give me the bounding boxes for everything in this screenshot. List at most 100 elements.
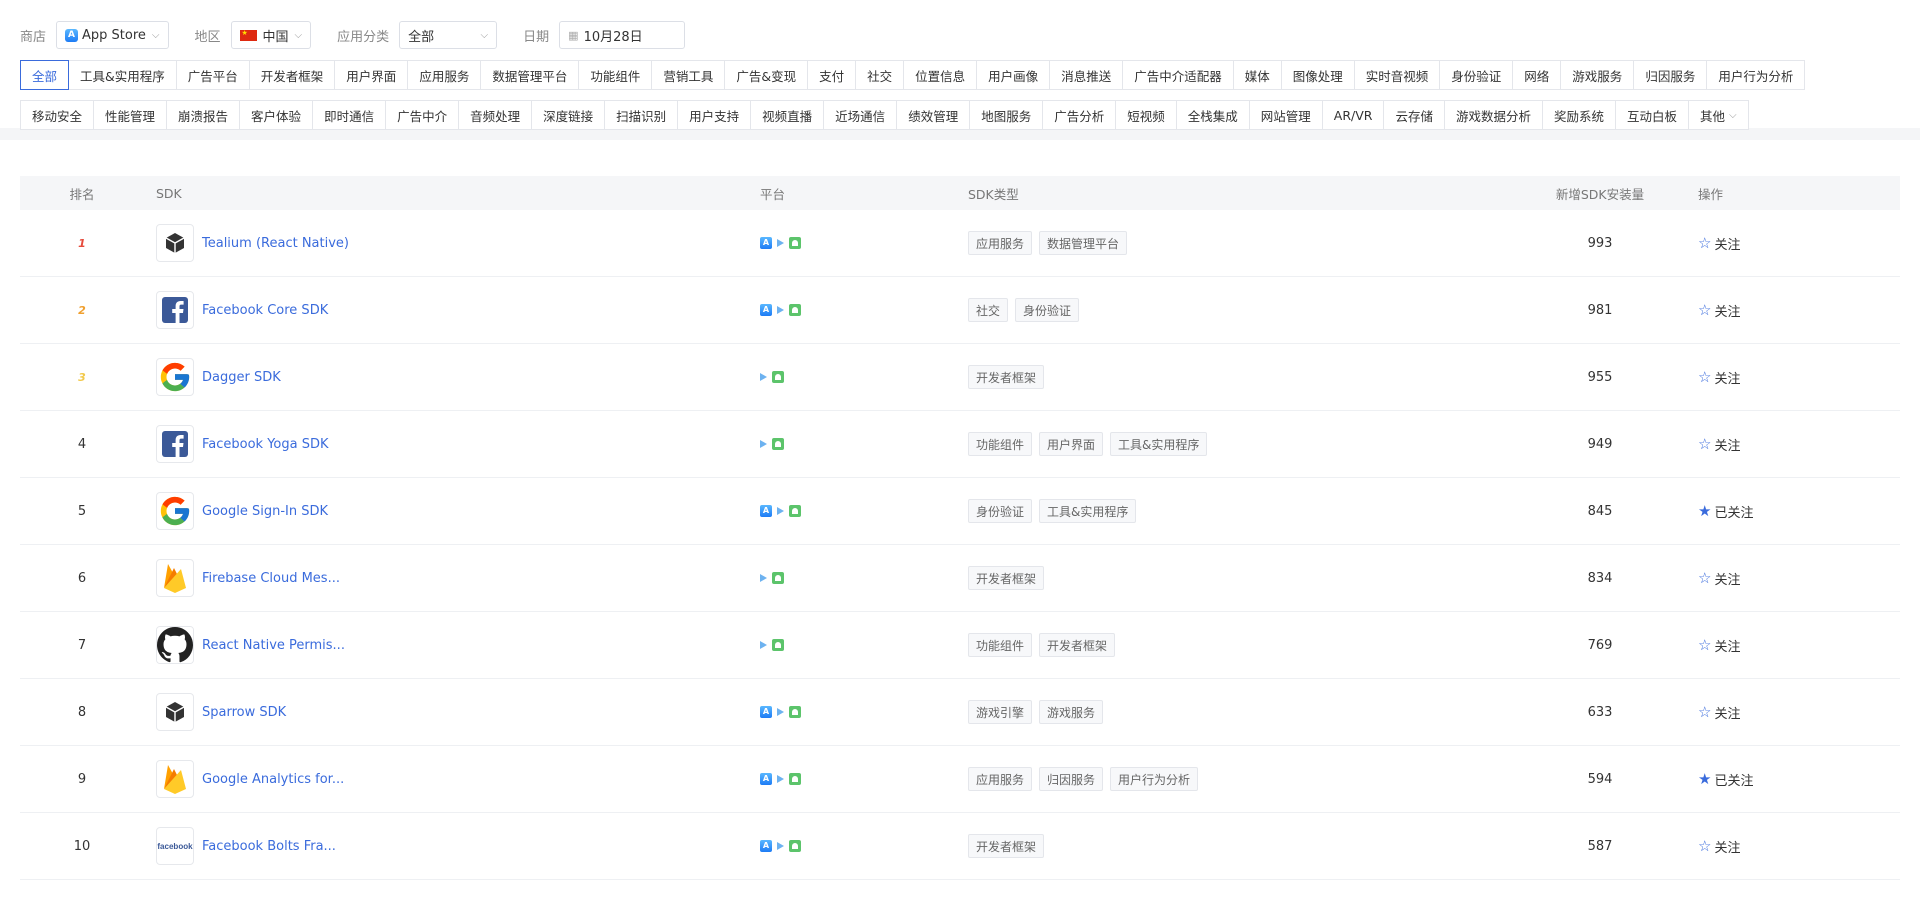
category-chip[interactable]: 媒体: [1232, 60, 1282, 90]
rank-number: 6: [77, 570, 87, 586]
follow-button[interactable]: ☆ 关注: [1698, 368, 1900, 387]
category-chip[interactable]: 近场通信: [823, 100, 898, 130]
category-chip[interactable]: 网站管理: [1248, 100, 1323, 130]
category-chip[interactable]: 客户体验: [239, 100, 314, 130]
follow-button[interactable]: ☆ 关注: [1698, 234, 1900, 253]
category-chip[interactable]: 数据管理平台: [480, 60, 580, 90]
follow-button[interactable]: ☆ 关注: [1698, 435, 1900, 454]
category-chip[interactable]: 移动安全: [20, 100, 95, 130]
category-chip[interactable]: 广告&变现: [724, 60, 809, 90]
sdk-info[interactable]: Google Sign-In SDK: [156, 492, 760, 530]
category-chip[interactable]: 用户界面: [334, 60, 409, 90]
action-cell: ☆ 关注: [1692, 611, 1900, 679]
rank-cell: 6: [20, 544, 144, 612]
platform-cell: [760, 410, 968, 478]
sdk-name-link[interactable]: Google Sign-In SDK: [202, 504, 328, 519]
installs-cell: 587: [1508, 812, 1692, 880]
facebook-icon: [156, 291, 194, 329]
follow-button[interactable]: ☆ 关注: [1698, 301, 1900, 320]
android-icon: [789, 773, 801, 785]
category-chip[interactable]: 全部: [20, 60, 70, 90]
sdk-name-link[interactable]: Google Analytics for...: [202, 772, 344, 787]
category-select[interactable]: 全部 ⌵: [399, 21, 498, 49]
category-chip[interactable]: 游戏服务: [1560, 60, 1635, 90]
category-chip[interactable]: 广告分析: [1042, 100, 1117, 130]
category-chip[interactable]: 实时音视频: [1353, 60, 1441, 90]
category-chip[interactable]: 支付: [807, 60, 857, 90]
category-chip[interactable]: 功能组件: [578, 60, 653, 90]
category-chip[interactable]: 广告平台: [175, 60, 250, 90]
sdk-info[interactable]: Google Analytics for...: [156, 760, 760, 798]
category-chip[interactable]: 地图服务: [969, 100, 1044, 130]
sdk-info[interactable]: Sparrow SDK: [156, 693, 760, 731]
category-chip[interactable]: 音频处理: [458, 100, 533, 130]
category-chip[interactable]: AR/VR: [1321, 100, 1385, 130]
google-play-icon: [760, 641, 767, 649]
follow-button[interactable]: ☆ 关注: [1698, 636, 1900, 655]
category-chip[interactable]: 消息推送: [1049, 60, 1124, 90]
sdk-info[interactable]: facebook Facebook Bolts Fra...: [156, 827, 760, 865]
sdk-name-link[interactable]: Facebook Bolts Fra...: [202, 839, 336, 854]
category-chip[interactable]: 工具&实用程序: [68, 60, 177, 90]
sdk-info[interactable]: Tealium (React Native): [156, 224, 760, 262]
category-chip[interactable]: 绩效管理: [896, 100, 971, 130]
category-chip[interactable]: 开发者框架: [248, 60, 336, 90]
category-chip[interactable]: 即时通信: [312, 100, 387, 130]
category-chip[interactable]: 游戏数据分析: [1443, 100, 1543, 130]
category-chip[interactable]: 全栈集成: [1175, 100, 1250, 130]
category-chip[interactable]: 深度链接: [531, 100, 606, 130]
sdk-name-link[interactable]: Sparrow SDK: [202, 705, 286, 720]
sdk-name-link[interactable]: Tealium (React Native): [202, 236, 349, 251]
sdk-type-cell: 开发者框架: [968, 544, 1508, 612]
category-chip[interactable]: 广告中介适配器: [1122, 60, 1234, 90]
store-select[interactable]: A App Store ⌵: [56, 21, 169, 49]
category-chips-row-2: 移动安全 性能管理 崩溃报告 客户体验 即时通信 广告中介 音频处理 深度链接 扫描识别 用户支持…: [20, 100, 1900, 130]
sdk-type-tags: 游戏引擎 游戏服务: [968, 700, 1508, 724]
sdk-name-link[interactable]: Facebook Yoga SDK: [202, 437, 329, 452]
region-select[interactable]: 中国 ⌵: [230, 21, 312, 49]
followed-button[interactable]: ★ 已关注: [1698, 502, 1900, 521]
category-chip[interactable]: 网络: [1512, 60, 1562, 90]
category-chip[interactable]: 应用服务: [407, 60, 482, 90]
category-chip-label: 广告中介: [397, 108, 448, 124]
category-chip[interactable]: 营销工具: [651, 60, 726, 90]
follow-button[interactable]: ☆ 关注: [1698, 569, 1900, 588]
sdk-info[interactable]: Facebook Core SDK: [156, 291, 760, 329]
category-chip[interactable]: 用户行为分析: [1706, 60, 1806, 90]
category-chip[interactable]: 云存储: [1383, 100, 1445, 130]
sdk-info[interactable]: React Native Permis...: [156, 626, 760, 664]
category-chip[interactable]: 广告中介: [385, 100, 460, 130]
category-chip[interactable]: 其他 ⌵: [1688, 100, 1749, 130]
rank-medal: 2: [78, 303, 86, 317]
sdk-name-link[interactable]: Firebase Cloud Mes...: [202, 571, 340, 586]
sdk-info[interactable]: Dagger SDK: [156, 358, 760, 396]
sdk-name-link[interactable]: React Native Permis...: [202, 638, 345, 653]
installs-cell: 633: [1508, 678, 1692, 746]
date-picker[interactable]: ▦ 10月28日: [559, 21, 686, 49]
follow-button[interactable]: ☆ 关注: [1698, 837, 1900, 856]
category-chip[interactable]: 社交: [855, 60, 905, 90]
sdk-info[interactable]: Firebase Cloud Mes...: [156, 559, 760, 597]
category-chip[interactable]: 奖励系统: [1542, 100, 1617, 130]
followed-button[interactable]: ★ 已关注: [1698, 770, 1900, 789]
sdk-name-link[interactable]: Facebook Core SDK: [202, 303, 328, 318]
category-chip-label: 用户界面: [346, 68, 397, 84]
category-chip[interactable]: 短视频: [1115, 100, 1177, 130]
category-chip[interactable]: 归因服务: [1633, 60, 1708, 90]
table-row: 1 Tealium (React Native) A 应用服务 数据管理平台 993 ☆ 关注: [20, 210, 1900, 277]
category-chip[interactable]: 位置信息: [903, 60, 978, 90]
sdk-info[interactable]: Facebook Yoga SDK: [156, 425, 760, 463]
category-chip[interactable]: 扫描识别: [604, 100, 679, 130]
google-play-icon: [777, 842, 784, 850]
category-chip[interactable]: 用户画像: [976, 60, 1051, 90]
category-chip[interactable]: 崩溃报告: [166, 100, 241, 130]
category-chip[interactable]: 用户支持: [677, 100, 752, 130]
category-chip-label: 广告中介适配器: [1134, 68, 1222, 84]
category-chip[interactable]: 图像处理: [1280, 60, 1355, 90]
category-chip[interactable]: 互动白板: [1615, 100, 1690, 130]
follow-button[interactable]: ☆ 关注: [1698, 703, 1900, 722]
category-chip[interactable]: 性能管理: [93, 100, 168, 130]
category-chip[interactable]: 视频直播: [750, 100, 825, 130]
sdk-name-link[interactable]: Dagger SDK: [202, 370, 281, 385]
category-chip[interactable]: 身份验证: [1439, 60, 1514, 90]
